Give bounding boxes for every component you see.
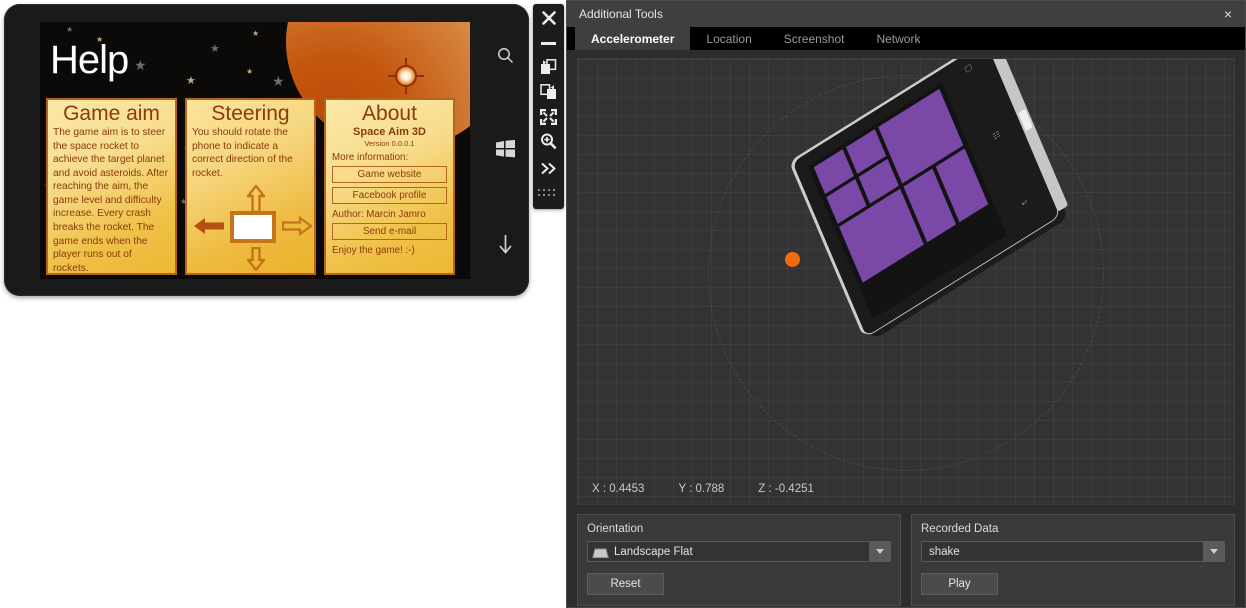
tab-screenshot[interactable]: Screenshot [768, 27, 861, 50]
tab-network[interactable]: Network [860, 27, 936, 50]
recorded-data-label: Recorded Data [921, 523, 999, 535]
card-about: About Space Aim 3D Version 0.0.0.1 More … [324, 98, 455, 275]
orientation-group: Orientation Landscape Flat Reset [577, 514, 901, 606]
emulator-toolbar [533, 4, 564, 209]
minimize-button[interactable] [533, 32, 564, 54]
chevron-down-icon[interactable] [869, 542, 890, 561]
recorded-data-select[interactable]: shake [921, 541, 1225, 562]
orientation-select[interactable]: Landscape Flat [587, 541, 891, 562]
about-version: Version 0.0.0.1 [364, 139, 415, 149]
card-steering-body: You should rotate the phone to indicate … [192, 127, 293, 179]
rotate-left-button[interactable] [533, 54, 564, 79]
arrow-left-icon [193, 216, 225, 241]
arrow-right-icon [281, 215, 313, 241]
drag-handle[interactable] [533, 182, 564, 204]
chevron-down-icon[interactable] [1203, 542, 1224, 561]
tab-content-accelerometer: ▢ ☷ ↵ X : 0.4453 Y : 0.788 Z : -0.4251 O… [567, 50, 1245, 607]
star-decoration: ★ [210, 43, 220, 55]
windows-start-icon[interactable] [484, 140, 526, 163]
zoom-button[interactable] [533, 129, 564, 154]
card-game-aim: Game aim The game aim is to steer the sp… [46, 98, 177, 275]
readout-y: Y : 0.788 [678, 483, 725, 495]
accelerometer-3d-view[interactable]: ▢ ☷ ↵ X : 0.4453 Y : 0.788 Z : -0.4251 [577, 58, 1235, 505]
card-game-aim-title: Game aim [63, 102, 160, 125]
about-author: Author: Marcin Jamro [332, 209, 426, 221]
phone-device-frame: ★ ★ ★ ★ ★ ★ ★ ★ ★ ★ ★ ★ ★ ★ [4, 4, 529, 296]
back-down-arrow-icon[interactable] [484, 234, 526, 259]
help-cards: Game aim The game aim is to steer the sp… [46, 98, 455, 275]
orientation-value: Landscape Flat [614, 545, 693, 558]
facebook-profile-button[interactable]: Facebook profile [332, 187, 447, 205]
page-title: Help [50, 38, 129, 82]
about-app-name: Space Aim 3D [353, 126, 426, 139]
phone-screen: ★ ★ ★ ★ ★ ★ ★ ★ ★ ★ ★ ★ ★ ★ [40, 22, 470, 279]
card-steering-title: Steering [211, 102, 290, 125]
recorded-data-value: shake [929, 545, 960, 558]
about-more-info-label: More information: [332, 152, 409, 164]
tab-location[interactable]: Location [690, 27, 767, 50]
about-footer: Enjoy the game! :-) [332, 245, 415, 257]
card-steering: Steering You should rotate the phone to … [185, 98, 316, 275]
window-title: Additional Tools [579, 7, 663, 21]
accelerometer-drag-dot[interactable] [785, 252, 800, 267]
star-decoration: ★ [252, 29, 260, 38]
arrow-up-icon [245, 184, 267, 218]
fit-to-screen-button[interactable] [533, 104, 564, 129]
window-titlebar: Additional Tools × [567, 1, 1245, 27]
reset-button[interactable]: Reset [587, 573, 664, 595]
hardware-key-column [484, 22, 526, 279]
star-decoration: ★ [134, 57, 147, 73]
orientation-label: Orientation [587, 523, 644, 535]
additional-tools-window: Additional Tools × Accelerometer Locatio… [566, 0, 1246, 608]
tab-accelerometer[interactable]: Accelerometer [575, 27, 691, 50]
steering-diagram [187, 184, 314, 272]
readout-x: X : 0.4453 [592, 483, 645, 495]
expand-button[interactable] [533, 154, 564, 182]
close-icon[interactable]: × [1217, 4, 1239, 24]
accelerometer-controls: Orientation Landscape Flat Reset Recorde… [577, 514, 1235, 606]
rotate-right-button[interactable] [533, 79, 564, 104]
game-website-button[interactable]: Game website [332, 166, 447, 184]
target-crosshair-icon [388, 58, 424, 94]
star-decoration: ★ [66, 25, 74, 34]
readout-z: Z : -0.4251 [758, 483, 814, 495]
tab-bar: Accelerometer Location Screenshot Networ… [567, 27, 1245, 50]
send-email-button[interactable]: Send e-mail [332, 223, 447, 241]
recorded-data-group: Recorded Data shake Play [911, 514, 1235, 606]
star-decoration: ★ [186, 75, 196, 87]
star-decoration: ★ [246, 67, 254, 76]
search-icon[interactable] [484, 47, 526, 69]
star-decoration: ★ [272, 73, 285, 89]
accelerometer-readout: X : 0.4453 Y : 0.788 Z : -0.4251 [578, 474, 1234, 504]
close-button[interactable] [533, 4, 564, 32]
card-game-aim-body: The game aim is to steer the space rocke… [53, 127, 168, 274]
arrow-down-icon [245, 246, 267, 273]
emulator-stage: ★ ★ ★ ★ ★ ★ ★ ★ ★ ★ ★ ★ ★ ★ [0, 0, 566, 608]
play-button[interactable]: Play [921, 573, 998, 595]
device-icon [592, 546, 609, 559]
card-about-title: About [362, 102, 417, 125]
